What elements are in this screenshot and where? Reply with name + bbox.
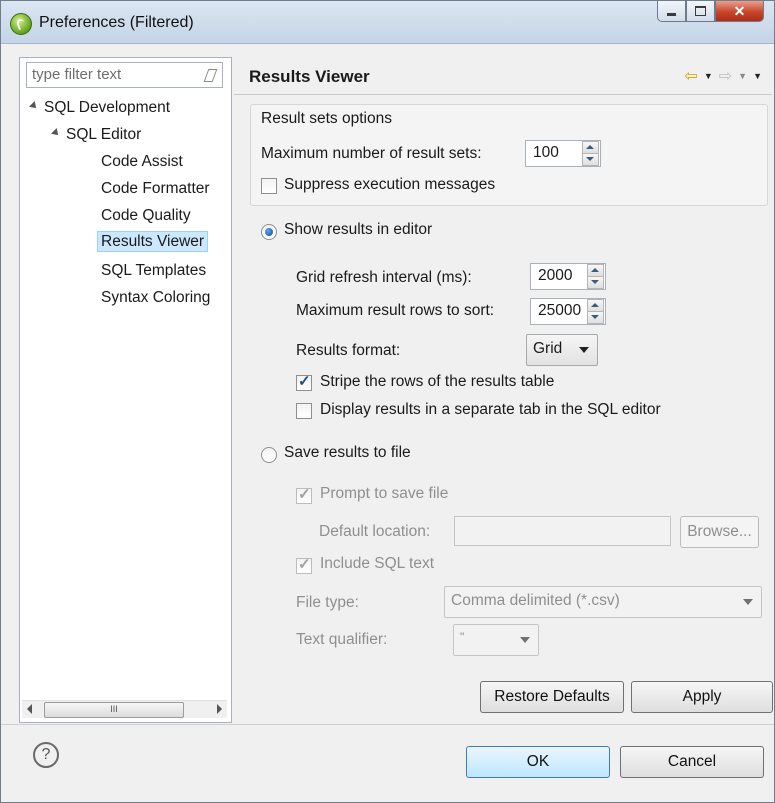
file-type-label: File type: [296, 594, 359, 611]
tree-item-code-formatter[interactable]: Code Formatter [101, 180, 210, 198]
title-bar[interactable]: Preferences (Filtered) ✕ [1, 1, 774, 44]
save-to-file-radio[interactable] [261, 447, 277, 463]
view-menu-icon[interactable]: ▼ [753, 71, 762, 81]
expanded-arrow-icon[interactable] [29, 100, 39, 111]
results-format-select[interactable]: Grid [526, 334, 598, 366]
results-format-label: Results format: [296, 342, 401, 359]
tree-item-label: Syntax Coloring [101, 289, 211, 306]
suppress-messages-label: Suppress execution messages [284, 176, 496, 193]
grid-refresh-label: Grid refresh interval (ms): [296, 269, 472, 286]
show-in-editor-radio[interactable] [261, 224, 277, 240]
separate-tab-checkbox[interactable] [296, 403, 312, 419]
tree-item-syntax-coloring[interactable]: Syntax Coloring [101, 289, 210, 307]
tree-item-sql-development[interactable]: SQL Development [29, 99, 171, 117]
spinner-value: 2000 [538, 267, 573, 284]
cancel-button[interactable]: Cancel [620, 746, 764, 778]
include-sql-label: Include SQL text [320, 555, 435, 572]
max-result-sets-spinner[interactable]: 100 [525, 140, 601, 167]
default-location-label: Default location: [319, 523, 431, 540]
file-type-select[interactable]: Comma delimited (*.csv) [444, 586, 762, 618]
decrement-icon[interactable] [582, 153, 599, 166]
tree-item-label: Code Formatter [101, 180, 210, 197]
chevron-down-icon [520, 637, 530, 643]
browse-button[interactable]: Browse... [680, 516, 759, 548]
ok-button[interactable]: OK [466, 746, 610, 778]
scroll-right-icon[interactable] [217, 704, 222, 714]
default-location-field[interactable] [454, 516, 671, 546]
prompt-save-label: Prompt to save file [320, 485, 449, 502]
restore-defaults-button[interactable]: Restore Defaults [480, 681, 624, 713]
eclipse-icon [10, 13, 32, 35]
spinner-value: 100 [533, 144, 559, 161]
stripe-rows-label: Stripe the rows of the results table [320, 373, 555, 390]
tree-item-code-assist[interactable]: Code Assist [101, 153, 183, 171]
tree-item-label: SQL Development [44, 99, 171, 116]
filter-field [26, 62, 223, 88]
preference-page: Results Viewer ⇦ ▼ ⇨ ▼ ▼ Result sets opt… [234, 57, 773, 725]
text-qualifier-select[interactable]: " [453, 624, 539, 656]
max-sort-spinner[interactable]: 25000 [530, 298, 606, 325]
spinner-value: 25000 [538, 302, 582, 319]
forward-arrow-icon[interactable]: ⇨ [719, 66, 732, 86]
select-value: " [460, 630, 465, 644]
page-header: Results Viewer ⇦ ▼ ⇨ ▼ ▼ [234, 57, 772, 95]
maximize-icon [695, 6, 706, 16]
decrement-icon[interactable] [587, 276, 604, 289]
caption-buttons: ✕ [657, 1, 764, 23]
tree-item-label: Code Assist [101, 153, 183, 170]
suppress-messages-checkbox[interactable] [261, 178, 277, 194]
tree-item-sql-editor[interactable]: SQL Editor [51, 126, 142, 144]
scrollbar-thumb[interactable]: III [44, 702, 184, 718]
apply-button[interactable]: Apply [631, 681, 773, 713]
show-in-editor-label: Show results in editor [284, 221, 433, 238]
scroll-left-icon[interactable] [27, 704, 32, 714]
tree-item-label: SQL Templates [101, 262, 207, 279]
window-title: Preferences (Filtered) [39, 14, 194, 31]
tree-item-label: Results Viewer [97, 231, 209, 252]
max-sort-label: Maximum result rows to sort: [296, 302, 495, 319]
filter-input[interactable] [27, 63, 192, 85]
tree-item-sql-templates[interactable]: SQL Templates [101, 262, 206, 280]
maximize-button[interactable] [686, 1, 715, 22]
footer-separator [1, 724, 774, 725]
chevron-down-icon [579, 347, 589, 353]
tree-item-label: SQL Editor [66, 126, 142, 143]
text-qualifier-label: Text qualifier: [296, 631, 388, 648]
close-icon: ✕ [733, 2, 746, 19]
save-to-file-label: Save results to file [284, 444, 411, 461]
select-value: Comma delimited (*.csv) [451, 592, 620, 609]
decrement-icon[interactable] [587, 311, 604, 324]
prompt-save-checkbox[interactable] [296, 485, 312, 504]
back-history-dropdown-icon[interactable]: ▼ [704, 71, 713, 81]
horizontal-scrollbar[interactable]: III [22, 700, 227, 718]
tree-item-label: Code Quality [101, 207, 191, 224]
clear-filter-icon[interactable] [203, 69, 218, 82]
minimize-button[interactable] [657, 1, 686, 22]
select-value: Grid [533, 340, 563, 357]
expanded-arrow-icon[interactable] [51, 127, 61, 138]
chevron-down-icon [743, 599, 753, 605]
grid-refresh-spinner[interactable]: 2000 [530, 263, 606, 290]
help-icon[interactable]: ? [33, 742, 59, 768]
separate-tab-label: Display results in a separate tab in the… [320, 401, 661, 418]
include-sql-checkbox[interactable] [296, 555, 312, 574]
preferences-dialog: Preferences (Filtered) ✕ SQL Development… [0, 0, 775, 803]
forward-history-dropdown-icon[interactable]: ▼ [738, 71, 747, 81]
back-arrow-icon[interactable]: ⇦ [684, 66, 697, 86]
stripe-rows-checkbox[interactable] [296, 372, 312, 391]
max-result-sets-label: Maximum number of result sets: [261, 145, 482, 162]
close-button[interactable]: ✕ [715, 1, 764, 22]
page-title: Results Viewer [249, 67, 370, 86]
tree-item-results-viewer[interactable]: Results Viewer [97, 231, 209, 252]
preference-tree-pane: SQL Development SQL Editor Code Assist C… [19, 57, 232, 723]
minimize-icon [667, 12, 676, 16]
tree-item-code-quality[interactable]: Code Quality [101, 207, 191, 225]
page-navigation: ⇦ ▼ ⇨ ▼ ▼ [684, 66, 762, 86]
group-title: Result sets options [261, 110, 392, 127]
